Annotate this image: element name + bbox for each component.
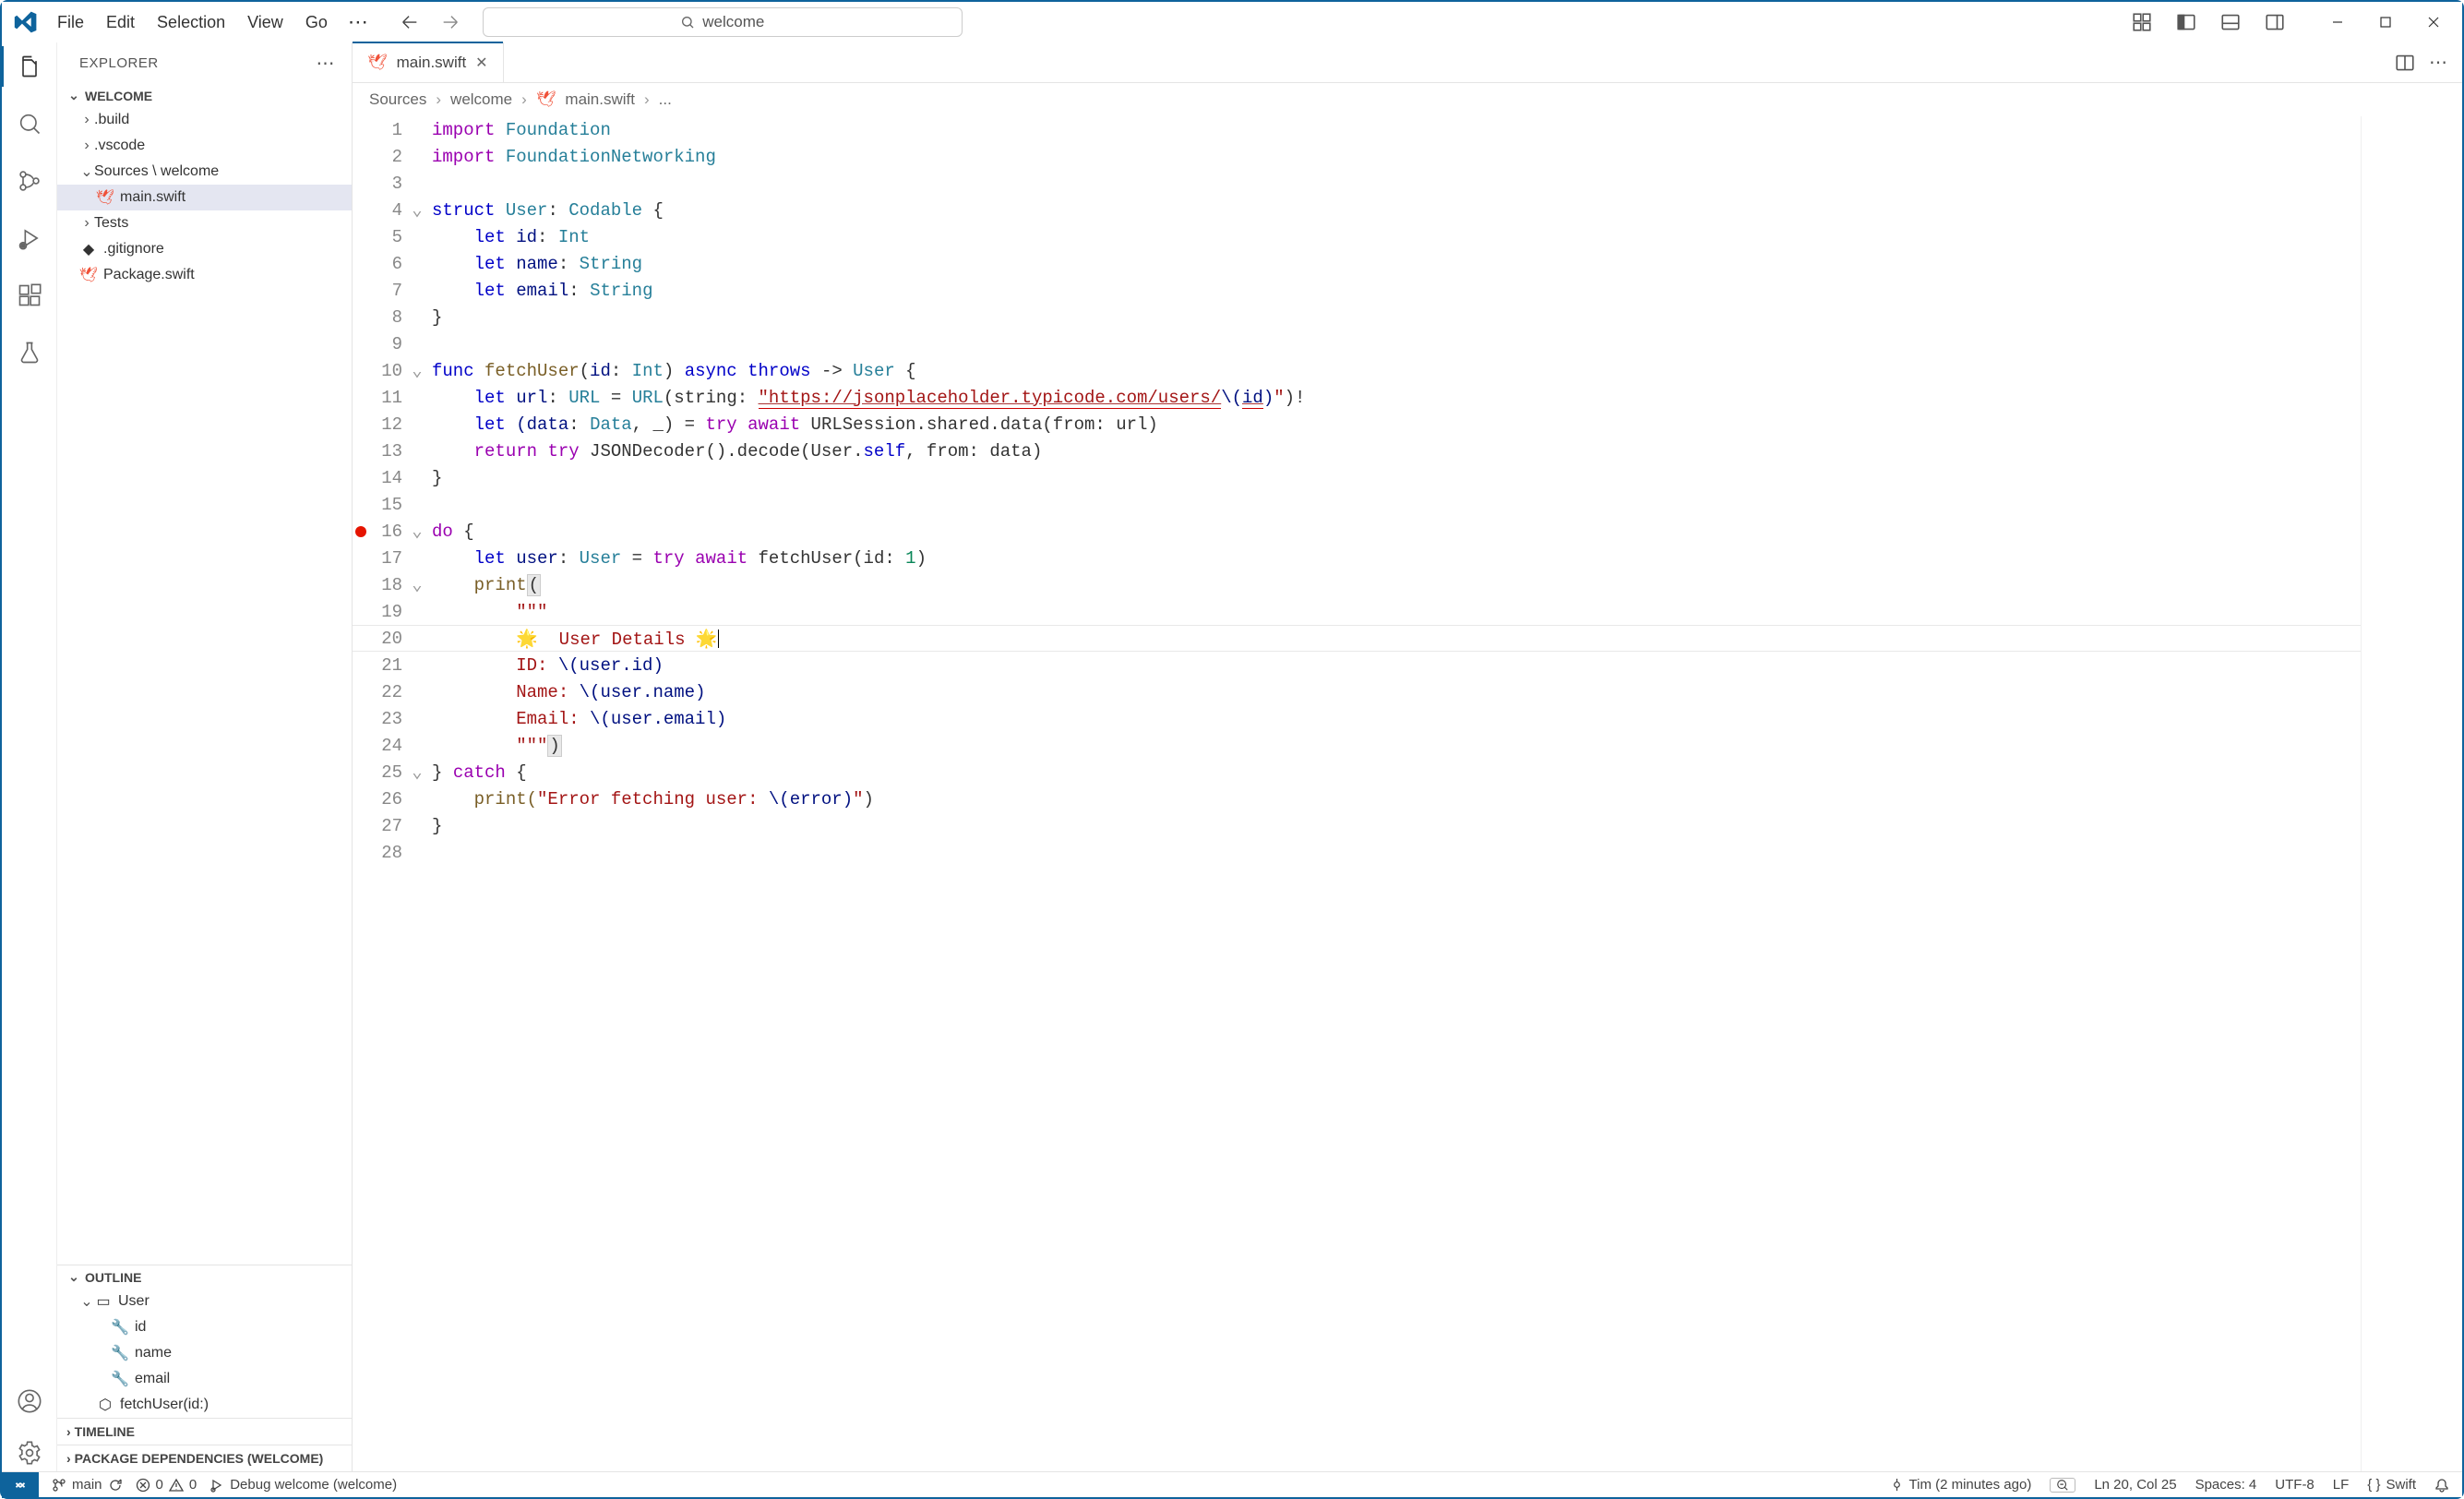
package-dependencies-section[interactable]: ›PACKAGE DEPENDENCIES (WELCOME) (57, 1445, 352, 1471)
window-minimize-icon[interactable] (2316, 6, 2359, 39)
title-bar: File Edit Selection View Go ⋯ welcome (2, 2, 2462, 42)
toggle-panel-icon[interactable] (2211, 6, 2250, 39)
swift-file-icon: 🕊 (367, 54, 388, 72)
menu-file[interactable]: File (46, 7, 95, 38)
outline-property-email[interactable]: 🔧email (57, 1366, 352, 1392)
tree-folder-build[interactable]: ›.build (57, 107, 352, 133)
swift-file-icon: 🕊 (536, 90, 556, 109)
status-notifications-icon[interactable] (2434, 1478, 2449, 1493)
symbol-property-icon: 🔧 (111, 1318, 129, 1337)
tab-main-swift[interactable]: 🕊 main.swift ✕ (353, 42, 504, 82)
nav-forward-icon[interactable] (440, 12, 461, 32)
symbol-function-icon: ⬡ (96, 1396, 114, 1414)
explorer-title: EXPLORER (79, 55, 159, 71)
symbol-property-icon: 🔧 (111, 1370, 129, 1388)
timeline-section[interactable]: ›TIMELINE (57, 1418, 352, 1445)
warning-icon (169, 1478, 184, 1493)
status-zoom[interactable] (2050, 1478, 2075, 1493)
outline-property-name[interactable]: 🔧name (57, 1340, 352, 1366)
tree-file-gitignore[interactable]: ◆.gitignore (57, 236, 352, 262)
gitignore-file-icon: ◆ (79, 240, 98, 258)
status-git-blame[interactable]: Tim (2 minutes ago) (1890, 1477, 2032, 1493)
editor-tabs: 🕊 main.swift ✕ ⋯ (353, 42, 2462, 83)
vscode-logo-icon (11, 7, 41, 37)
outline-function-fetchuser[interactable]: ⬡fetchUser(id:) (57, 1392, 352, 1418)
nav-back-icon[interactable] (400, 12, 420, 32)
tree-file-package-swift[interactable]: 🕊Package.swift (57, 262, 352, 288)
outline-property-id[interactable]: 🔧id (57, 1314, 352, 1340)
split-editor-icon[interactable] (2396, 54, 2414, 72)
outline-section[interactable]: ⌄OUTLINE (57, 1265, 352, 1289)
swift-file-icon: 🕊 (79, 266, 98, 284)
status-encoding[interactable]: UTF-8 (2275, 1477, 2314, 1493)
tree-folder-tests[interactable]: ›Tests (57, 210, 352, 236)
debug-alt-icon (209, 1478, 224, 1493)
status-language[interactable]: { } Swift (2367, 1477, 2416, 1493)
outline-struct-user[interactable]: ⌄▭User (57, 1289, 352, 1314)
editor-more-icon[interactable]: ⋯ (2429, 51, 2447, 74)
activity-debug-icon[interactable] (15, 223, 44, 253)
customize-layout-icon[interactable] (2123, 6, 2161, 39)
sync-icon[interactable] (108, 1478, 123, 1493)
activity-bar (2, 42, 57, 1471)
breadcrumbs[interactable]: Sources› welcome› 🕊main.swift› ... (353, 83, 2462, 116)
menu-edit[interactable]: Edit (95, 7, 146, 38)
zoom-icon (2056, 1479, 2069, 1492)
git-branch-icon (52, 1478, 66, 1493)
file-tree: ›.build ›.vscode ⌄Sources \ welcome 🕊mai… (57, 107, 352, 1265)
search-icon (680, 15, 695, 30)
swift-file-icon: 🕊 (96, 188, 114, 207)
explorer-section-welcome[interactable]: ⌄ WELCOME (57, 84, 352, 107)
editor-body[interactable]: 1import Foundation 2import FoundationNet… (353, 116, 2462, 1471)
menu-selection[interactable]: Selection (146, 7, 236, 38)
tree-file-main-swift[interactable]: 🕊main.swift (57, 185, 352, 210)
chevron-down-icon: ⌄ (66, 88, 81, 103)
activity-extensions-icon[interactable] (15, 281, 44, 310)
status-problems[interactable]: 0 0 (136, 1477, 197, 1493)
git-commit-icon (1890, 1478, 1904, 1492)
toggle-secondary-sidebar-icon[interactable] (2255, 6, 2294, 39)
explorer-sidebar: EXPLORER ⋯ ⌄ WELCOME ›.build ›.vscode ⌄S… (57, 42, 353, 1471)
symbol-property-icon: 🔧 (111, 1344, 129, 1362)
status-indentation[interactable]: Spaces: 4 (2195, 1477, 2257, 1493)
activity-explorer-icon[interactable] (15, 52, 44, 81)
window-close-icon[interactable] (2412, 6, 2455, 39)
tab-close-icon[interactable]: ✕ (475, 54, 487, 72)
symbol-struct-icon: ▭ (94, 1292, 113, 1311)
status-debug[interactable]: Debug welcome (welcome) (209, 1477, 397, 1493)
remote-indicator-icon[interactable] (2, 1472, 39, 1498)
search-text: welcome (702, 13, 764, 31)
activity-source-control-icon[interactable] (15, 166, 44, 196)
toggle-primary-sidebar-icon[interactable] (2167, 6, 2206, 39)
activity-testing-icon[interactable] (15, 338, 44, 367)
window-maximize-icon[interactable] (2364, 6, 2407, 39)
status-bar: main 0 0 Debug welcome (welcome) Tim (2 … (2, 1471, 2462, 1497)
editor-area: 🕊 main.swift ✕ ⋯ Sources› welcome› 🕊main… (353, 42, 2462, 1471)
menu-go[interactable]: Go (294, 7, 339, 38)
status-branch[interactable]: main (52, 1477, 123, 1493)
menu-more-icon[interactable]: ⋯ (339, 6, 377, 38)
status-cursor-position[interactable]: Ln 20, Col 25 (2094, 1477, 2176, 1493)
explorer-more-icon[interactable]: ⋯ (317, 52, 336, 75)
minimap[interactable] (2361, 116, 2462, 1471)
activity-search-icon[interactable] (15, 109, 44, 138)
error-icon (136, 1478, 150, 1493)
breakpoint-icon[interactable] (353, 526, 369, 537)
status-eol[interactable]: LF (2333, 1477, 2350, 1493)
text-cursor (718, 630, 719, 648)
main-area: EXPLORER ⋯ ⌄ WELCOME ›.build ›.vscode ⌄S… (2, 42, 2462, 1471)
command-center-search[interactable]: welcome (483, 7, 963, 37)
tree-folder-sources[interactable]: ⌄Sources \ welcome (57, 159, 352, 185)
activity-settings-icon[interactable] (15, 1438, 44, 1468)
tree-folder-vscode[interactable]: ›.vscode (57, 133, 352, 159)
activity-accounts-icon[interactable] (15, 1386, 44, 1416)
menu-view[interactable]: View (236, 7, 294, 38)
